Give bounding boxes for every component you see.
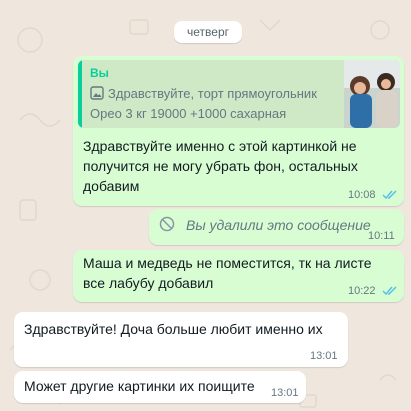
message-line: добавим [83, 178, 140, 194]
photo-icon [90, 86, 104, 100]
message-time: 10:22 [348, 285, 376, 297]
message-meta: 10:22 [348, 285, 398, 297]
message-line: получится не могу убрать фон, остальных [83, 158, 358, 174]
quote-thumbnail [344, 60, 400, 128]
message-time: 10:08 [348, 189, 376, 201]
quote-preview-line2: Орео 3 кг 19000 +1000 сахарная [90, 106, 287, 121]
quote-accent-bar [78, 60, 82, 128]
quote-line1-text: Здравствуйте, торт прямоугольник [108, 86, 317, 101]
quoted-message[interactable]: Вы Здравствуйте, торт прямоугольник Орео… [78, 60, 400, 128]
blocked-icon [159, 216, 175, 232]
message-line: все лабубу добавил [83, 275, 214, 291]
message-meta: 10:08 [348, 189, 398, 201]
message-time: 13:01 [310, 350, 338, 362]
read-receipt-icon [382, 190, 397, 200]
message-time: 10:11 [368, 230, 395, 242]
message-text: Здравствуйте! Доча больше любит именно и… [24, 321, 323, 337]
read-receipt-icon [382, 286, 397, 296]
deleted-message-text: Вы удалили это сообщение [186, 217, 371, 233]
message-line: Маша и медведь не поместится, тк на лист… [83, 255, 372, 271]
date-separator: четверг [174, 21, 242, 43]
message-line: Здравствуйте именно с этой картинкой не [83, 138, 357, 154]
message-text: Маша и медведь не поместится, тк на лист… [83, 253, 393, 293]
message-time: 13:01 [271, 387, 299, 399]
message-text: Может другие картинки их поищите [24, 378, 255, 394]
message-text: Здравствуйте именно с этой картинкой не … [83, 136, 393, 196]
quote-preview-line: Здравствуйте, торт прямоугольник [90, 86, 317, 101]
quote-author: Вы [90, 66, 109, 80]
